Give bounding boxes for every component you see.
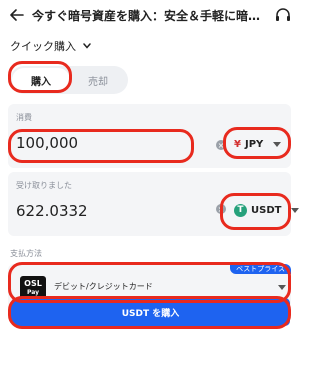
pay-logo-text: Pay (26, 289, 39, 296)
page-title: 今すぐ暗号資産を購入：安全＆手軽に暗号... (32, 9, 266, 23)
mode-label: クイック購入 (10, 40, 76, 53)
tether-icon: T (234, 203, 247, 217)
payment-method-text: デビット/クレジットカード (54, 282, 153, 291)
mode-selector[interactable]: クイック購入 (10, 38, 92, 54)
header-bar: 今すぐ暗号資産を購入：安全＆手軽に暗号... (0, 0, 300, 32)
receive-amount-input[interactable]: 622.0332 (16, 202, 88, 220)
spend-currency-select[interactable]: ¥ JPY (234, 134, 282, 154)
payment-method-label: 支払方法 (10, 249, 42, 258)
spend-card: 消費 100,000 × ¥ JPY (8, 104, 291, 168)
caret-down-icon (278, 285, 286, 290)
receive-currency-label: USDT (251, 204, 282, 216)
caret-down-icon (273, 141, 282, 147)
receive-currency-select[interactable]: T USDT (234, 200, 300, 220)
arrow-left-icon[interactable] (8, 6, 26, 24)
buy-usdt-button[interactable]: USDT を購入 (11, 298, 290, 326)
best-price-badge: ベストプライス (230, 264, 291, 274)
spend-currency-label: JPY (244, 138, 264, 150)
tab-sell[interactable]: 売却 (70, 68, 126, 92)
yen-icon: ¥ (234, 138, 241, 150)
osl-logo-text: OSL (24, 279, 42, 288)
spend-amount-input[interactable]: 100,000 (16, 134, 78, 152)
caret-down-icon (291, 207, 300, 213)
chevron-down-icon (83, 43, 91, 49)
buy-sell-tabs: 購入 売却 (10, 66, 128, 94)
clear-icon[interactable]: × (216, 140, 226, 150)
receive-card: 受け取りました 622.0332 × T USDT (8, 172, 300, 236)
clear-icon[interactable]: × (216, 204, 226, 214)
headset-icon[interactable] (274, 6, 292, 24)
tab-buy[interactable]: 購入 (12, 68, 70, 92)
osl-pay-logo: OSL Pay (20, 276, 46, 300)
receive-label: 受け取りました (16, 181, 72, 190)
spend-label: 消費 (16, 113, 32, 122)
